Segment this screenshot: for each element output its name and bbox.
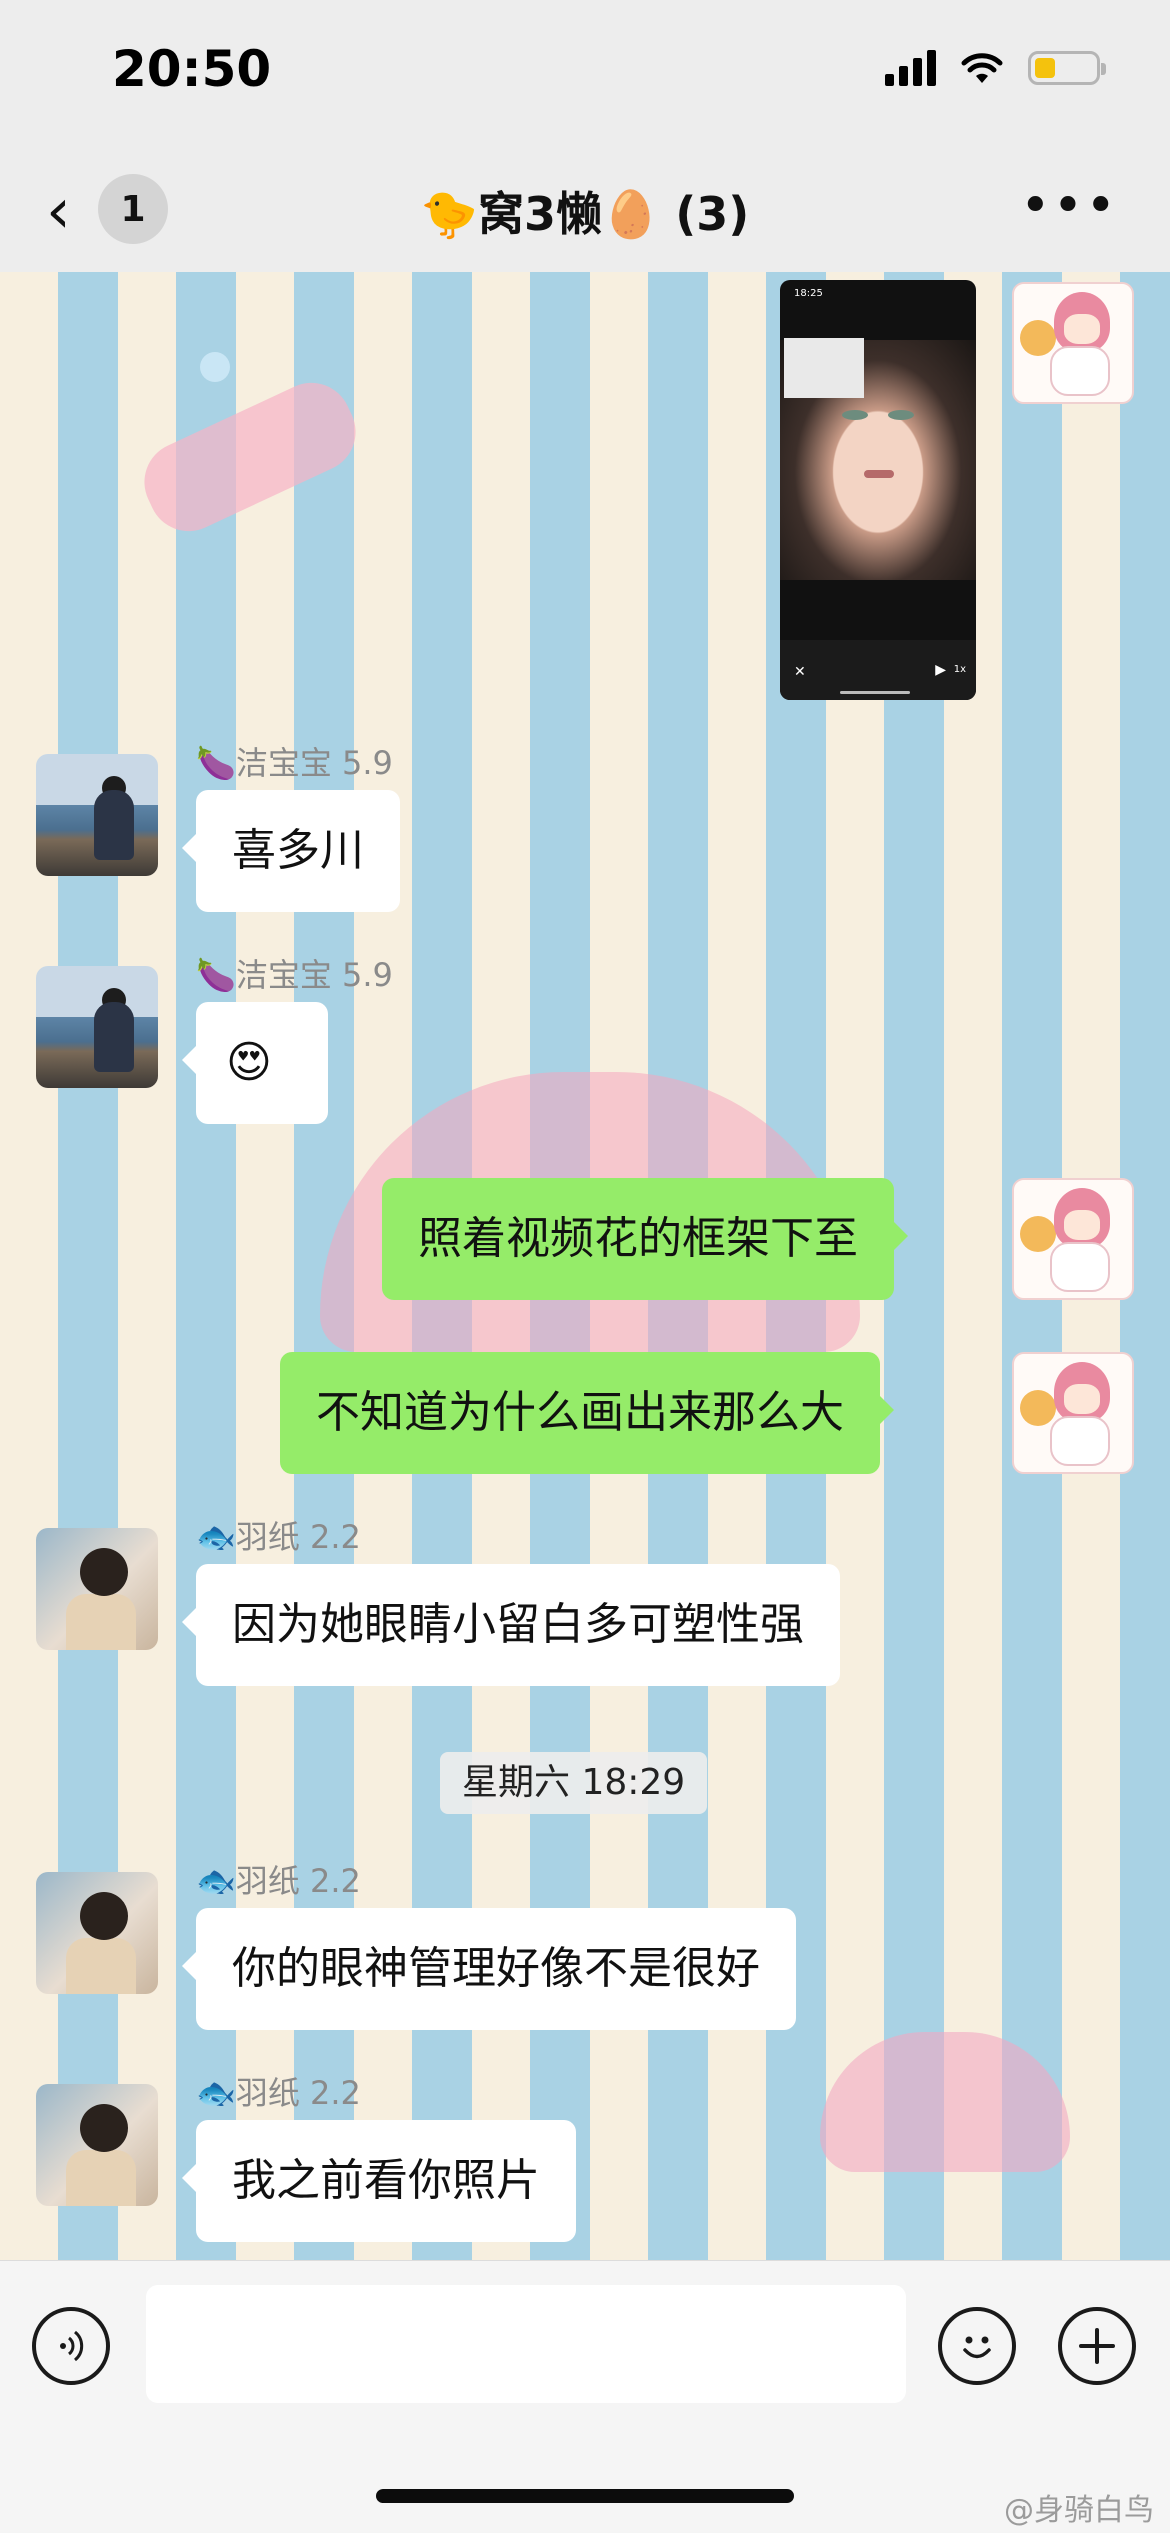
voice-icon[interactable]: [32, 2307, 110, 2385]
avatar-yuzhi[interactable]: [36, 1872, 158, 1994]
avatar-jiebaobao[interactable]: [36, 966, 158, 1088]
watermark-credit: @身骑白鸟: [1004, 2493, 1154, 2528]
message-bubble[interactable]: 喜多川: [182, 790, 400, 912]
decor-bottle: [131, 369, 369, 545]
sender-name: 🐟羽纸 2.2: [196, 1518, 361, 1556]
sender-name: 🐟羽纸 2.2: [196, 1862, 361, 1900]
emoji-icon[interactable]: [938, 2307, 1016, 2385]
timestamp-divider: 星期六 18:29: [440, 1752, 708, 1814]
avatar-yuzhi[interactable]: [36, 2084, 158, 2206]
sender-name: 🐟羽纸 2.2: [196, 2074, 361, 2112]
message-bubble-mine[interactable]: 不知道为什么画出来那么大: [280, 1352, 894, 1474]
decor-bubble: [200, 352, 230, 382]
avatar-yuzhi[interactable]: [36, 1528, 158, 1650]
video-overlay-thumbnail: [784, 338, 864, 398]
video-mouth: [864, 470, 894, 478]
wifi-icon: [961, 53, 1003, 83]
sender-name: 🍆洁宝宝 5.9: [196, 744, 393, 782]
my-avatar[interactable]: [1012, 282, 1134, 404]
message-bubble[interactable]: 😍: [182, 1002, 328, 1124]
signal-icon: [885, 50, 936, 86]
message-bubble-mine[interactable]: 照着视频花的框架下至: [382, 1178, 908, 1300]
message-bubble[interactable]: 因为她眼睛小留白多可塑性强: [182, 1564, 840, 1686]
video-message[interactable]: 18:25 ✕ ▶ 1x: [780, 280, 976, 700]
my-avatar[interactable]: [1012, 1178, 1134, 1300]
video-eye: [888, 410, 914, 420]
video-eye: [842, 410, 868, 420]
message-bubble[interactable]: 我之前看你照片: [182, 2120, 576, 2242]
status-bar: 20:50: [0, 0, 1170, 150]
home-indicator[interactable]: [376, 2489, 794, 2503]
video-close-icon[interactable]: ✕: [794, 664, 806, 680]
video-time: 18:25: [794, 288, 823, 299]
more-options-icon[interactable]: •••: [1020, 176, 1118, 236]
plus-icon[interactable]: [1058, 2307, 1136, 2385]
video-play-icon[interactable]: ▶: [935, 662, 946, 678]
video-speed[interactable]: 1x: [954, 664, 966, 675]
chat-area[interactable]: 18:25 ✕ ▶ 1x 🍆洁宝宝 5.9 喜多川 🍆洁宝宝 5.9 😍 照着视…: [0, 272, 1170, 2260]
video-progress[interactable]: [840, 691, 910, 694]
status-icons: [885, 50, 1106, 86]
battery-icon: [1028, 51, 1106, 85]
message-input[interactable]: [146, 2285, 906, 2403]
my-avatar[interactable]: [1012, 1352, 1134, 1474]
video-controls: ✕ ▶ 1x: [780, 640, 976, 700]
message-bubble[interactable]: 你的眼神管理好像不是很好: [182, 1908, 796, 2030]
input-bar: @身骑白鸟: [0, 2260, 1170, 2533]
chat-title: 🐤窝3懒🥚 (3): [420, 187, 750, 241]
chat-header: ‹ 1 🐤窝3懒🥚 (3) •••: [0, 150, 1170, 273]
decor-turtle: [820, 2032, 1070, 2172]
avatar-jiebaobao[interactable]: [36, 754, 158, 876]
sender-name: 🍆洁宝宝 5.9: [196, 956, 393, 994]
status-time: 20:50: [112, 40, 272, 98]
